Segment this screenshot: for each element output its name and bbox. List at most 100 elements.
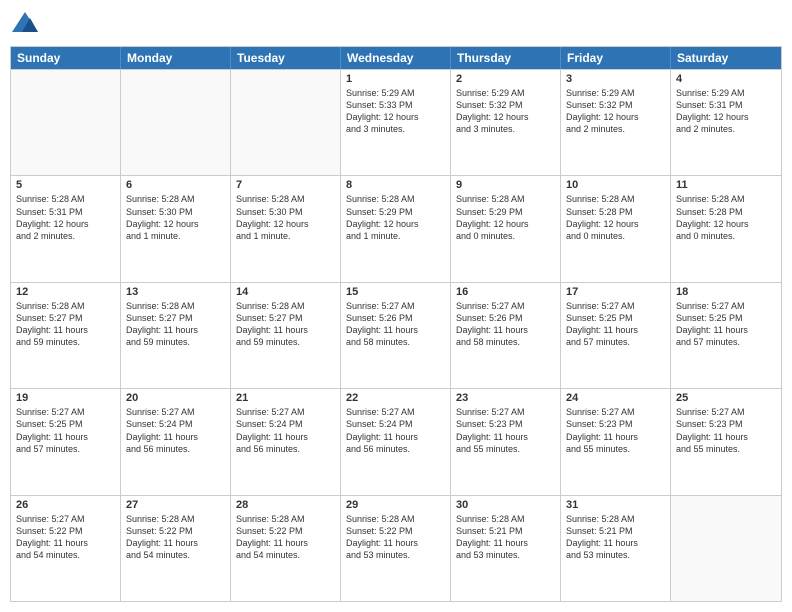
day-info: Sunrise: 5:28 AM Sunset: 5:22 PM Dayligh… bbox=[126, 513, 225, 562]
day-number: 18 bbox=[676, 286, 776, 298]
day-info: Sunrise: 5:27 AM Sunset: 5:24 PM Dayligh… bbox=[126, 406, 225, 455]
day-number: 1 bbox=[346, 73, 445, 85]
calendar-row-1: 1 Sunrise: 5:29 AM Sunset: 5:33 PM Daylig… bbox=[11, 69, 781, 175]
day-info: Sunrise: 5:29 AM Sunset: 5:32 PM Dayligh… bbox=[456, 87, 555, 136]
day-info: Sunrise: 5:28 AM Sunset: 5:27 PM Dayligh… bbox=[236, 300, 335, 349]
day-info: Sunrise: 5:27 AM Sunset: 5:25 PM Dayligh… bbox=[566, 300, 665, 349]
day-info: Sunrise: 5:28 AM Sunset: 5:22 PM Dayligh… bbox=[236, 513, 335, 562]
header-day-wednesday: Wednesday bbox=[341, 47, 451, 69]
day-number: 27 bbox=[126, 499, 225, 511]
day-info: Sunrise: 5:28 AM Sunset: 5:22 PM Dayligh… bbox=[346, 513, 445, 562]
header-day-tuesday: Tuesday bbox=[231, 47, 341, 69]
calendar-cell: 21 Sunrise: 5:27 AM Sunset: 5:24 PM Dayli… bbox=[231, 389, 341, 494]
day-number: 28 bbox=[236, 499, 335, 511]
day-info: Sunrise: 5:27 AM Sunset: 5:24 PM Dayligh… bbox=[236, 406, 335, 455]
day-info: Sunrise: 5:27 AM Sunset: 5:24 PM Dayligh… bbox=[346, 406, 445, 455]
calendar-cell: 24 Sunrise: 5:27 AM Sunset: 5:23 PM Dayli… bbox=[561, 389, 671, 494]
day-info: Sunrise: 5:28 AM Sunset: 5:29 PM Dayligh… bbox=[346, 193, 445, 242]
day-number: 17 bbox=[566, 286, 665, 298]
day-info: Sunrise: 5:27 AM Sunset: 5:25 PM Dayligh… bbox=[16, 406, 115, 455]
calendar-cell: 3Sunrise: 5:29 AM Sunset: 5:32 PM Daylig… bbox=[561, 70, 671, 175]
day-number: 16 bbox=[456, 286, 555, 298]
day-number: 19 bbox=[16, 392, 115, 404]
day-number: 9 bbox=[456, 179, 555, 191]
calendar-cell: 11 Sunrise: 5:28 AM Sunset: 5:28 PM Dayli… bbox=[671, 176, 781, 281]
header-day-thursday: Thursday bbox=[451, 47, 561, 69]
calendar-row-4: 19 Sunrise: 5:27 AM Sunset: 5:25 PM Dayli… bbox=[11, 388, 781, 494]
day-number: 11 bbox=[676, 179, 776, 191]
day-info: Sunrise: 5:29 AM Sunset: 5:31 PM Dayligh… bbox=[676, 87, 776, 136]
calendar: SundayMondayTuesdayWednesdayThursdayFrid… bbox=[10, 46, 782, 602]
day-info: Sunrise: 5:27 AM Sunset: 5:23 PM Dayligh… bbox=[456, 406, 555, 455]
day-info: Sunrise: 5:28 AM Sunset: 5:28 PM Dayligh… bbox=[676, 193, 776, 242]
calendar-row-5: 26 Sunrise: 5:27 AM Sunset: 5:22 PM Dayli… bbox=[11, 495, 781, 601]
logo-icon bbox=[10, 10, 40, 40]
day-number: 30 bbox=[456, 499, 555, 511]
calendar-cell: 5 Sunrise: 5:28 AM Sunset: 5:31 PM Daylig… bbox=[11, 176, 121, 281]
calendar-cell: 14 Sunrise: 5:28 AM Sunset: 5:27 PM Dayli… bbox=[231, 283, 341, 388]
day-number: 10 bbox=[566, 179, 665, 191]
calendar-cell: 12 Sunrise: 5:28 AM Sunset: 5:27 PM Dayli… bbox=[11, 283, 121, 388]
day-info: Sunrise: 5:28 AM Sunset: 5:31 PM Dayligh… bbox=[16, 193, 115, 242]
day-number: 20 bbox=[126, 392, 225, 404]
day-number: 22 bbox=[346, 392, 445, 404]
day-number: 3 bbox=[566, 73, 665, 85]
day-number: 4 bbox=[676, 73, 776, 85]
calendar-cell: 15Sunrise: 5:27 AM Sunset: 5:26 PM Dayli… bbox=[341, 283, 451, 388]
day-number: 12 bbox=[16, 286, 115, 298]
calendar-cell: 16 Sunrise: 5:27 AM Sunset: 5:26 PM Dayli… bbox=[451, 283, 561, 388]
day-number: 14 bbox=[236, 286, 335, 298]
calendar-cell: 17 Sunrise: 5:27 AM Sunset: 5:25 PM Dayli… bbox=[561, 283, 671, 388]
calendar-body: 1 Sunrise: 5:29 AM Sunset: 5:33 PM Daylig… bbox=[11, 69, 781, 601]
day-info: Sunrise: 5:27 AM Sunset: 5:22 PM Dayligh… bbox=[16, 513, 115, 562]
day-number: 25 bbox=[676, 392, 776, 404]
day-number: 15 bbox=[346, 286, 445, 298]
day-info: Sunrise: 5:28 AM Sunset: 5:21 PM Dayligh… bbox=[456, 513, 555, 562]
day-info: Sunrise: 5:28 AM Sunset: 5:30 PM Dayligh… bbox=[126, 193, 225, 242]
calendar-cell bbox=[231, 70, 341, 175]
calendar-cell: 29 Sunrise: 5:28 AM Sunset: 5:22 PM Dayli… bbox=[341, 496, 451, 601]
calendar-cell: 26 Sunrise: 5:27 AM Sunset: 5:22 PM Dayli… bbox=[11, 496, 121, 601]
day-number: 23 bbox=[456, 392, 555, 404]
header bbox=[10, 10, 782, 40]
day-info: Sunrise: 5:27 AM Sunset: 5:23 PM Dayligh… bbox=[676, 406, 776, 455]
page: SundayMondayTuesdayWednesdayThursdayFrid… bbox=[0, 0, 792, 612]
day-number: 24 bbox=[566, 392, 665, 404]
calendar-cell: 13 Sunrise: 5:28 AM Sunset: 5:27 PM Dayli… bbox=[121, 283, 231, 388]
day-info: Sunrise: 5:29 AM Sunset: 5:33 PM Dayligh… bbox=[346, 87, 445, 136]
calendar-cell bbox=[121, 70, 231, 175]
day-number: 31 bbox=[566, 499, 665, 511]
calendar-cell: 27 Sunrise: 5:28 AM Sunset: 5:22 PM Dayli… bbox=[121, 496, 231, 601]
calendar-cell: 20 Sunrise: 5:27 AM Sunset: 5:24 PM Dayli… bbox=[121, 389, 231, 494]
day-number: 29 bbox=[346, 499, 445, 511]
day-info: Sunrise: 5:27 AM Sunset: 5:26 PM Dayligh… bbox=[456, 300, 555, 349]
day-number: 2 bbox=[456, 73, 555, 85]
calendar-cell: 8Sunrise: 5:28 AM Sunset: 5:29 PM Daylig… bbox=[341, 176, 451, 281]
header-day-friday: Friday bbox=[561, 47, 671, 69]
day-number: 21 bbox=[236, 392, 335, 404]
day-info: Sunrise: 5:27 AM Sunset: 5:25 PM Dayligh… bbox=[676, 300, 776, 349]
calendar-cell: 23 Sunrise: 5:27 AM Sunset: 5:23 PM Dayli… bbox=[451, 389, 561, 494]
calendar-cell: 2 Sunrise: 5:29 AM Sunset: 5:32 PM Daylig… bbox=[451, 70, 561, 175]
calendar-row-3: 12 Sunrise: 5:28 AM Sunset: 5:27 PM Dayli… bbox=[11, 282, 781, 388]
calendar-cell: 1 Sunrise: 5:29 AM Sunset: 5:33 PM Daylig… bbox=[341, 70, 451, 175]
calendar-row-2: 5 Sunrise: 5:28 AM Sunset: 5:31 PM Daylig… bbox=[11, 175, 781, 281]
day-info: Sunrise: 5:27 AM Sunset: 5:23 PM Dayligh… bbox=[566, 406, 665, 455]
day-info: Sunrise: 5:28 AM Sunset: 5:29 PM Dayligh… bbox=[456, 193, 555, 242]
day-number: 26 bbox=[16, 499, 115, 511]
day-info: Sunrise: 5:28 AM Sunset: 5:21 PM Dayligh… bbox=[566, 513, 665, 562]
day-info: Sunrise: 5:28 AM Sunset: 5:27 PM Dayligh… bbox=[16, 300, 115, 349]
day-number: 6 bbox=[126, 179, 225, 191]
calendar-cell: 18 Sunrise: 5:27 AM Sunset: 5:25 PM Dayli… bbox=[671, 283, 781, 388]
day-number: 5 bbox=[16, 179, 115, 191]
calendar-cell: 31 Sunrise: 5:28 AM Sunset: 5:21 PM Dayli… bbox=[561, 496, 671, 601]
calendar-cell bbox=[11, 70, 121, 175]
calendar-cell: 10Sunrise: 5:28 AM Sunset: 5:28 PM Dayli… bbox=[561, 176, 671, 281]
day-info: Sunrise: 5:28 AM Sunset: 5:27 PM Dayligh… bbox=[126, 300, 225, 349]
calendar-cell: 7Sunrise: 5:28 AM Sunset: 5:30 PM Daylig… bbox=[231, 176, 341, 281]
calendar-cell: 22 Sunrise: 5:27 AM Sunset: 5:24 PM Dayli… bbox=[341, 389, 451, 494]
header-day-saturday: Saturday bbox=[671, 47, 781, 69]
calendar-cell: 28 Sunrise: 5:28 AM Sunset: 5:22 PM Dayli… bbox=[231, 496, 341, 601]
day-number: 13 bbox=[126, 286, 225, 298]
calendar-cell: 9 Sunrise: 5:28 AM Sunset: 5:29 PM Daylig… bbox=[451, 176, 561, 281]
